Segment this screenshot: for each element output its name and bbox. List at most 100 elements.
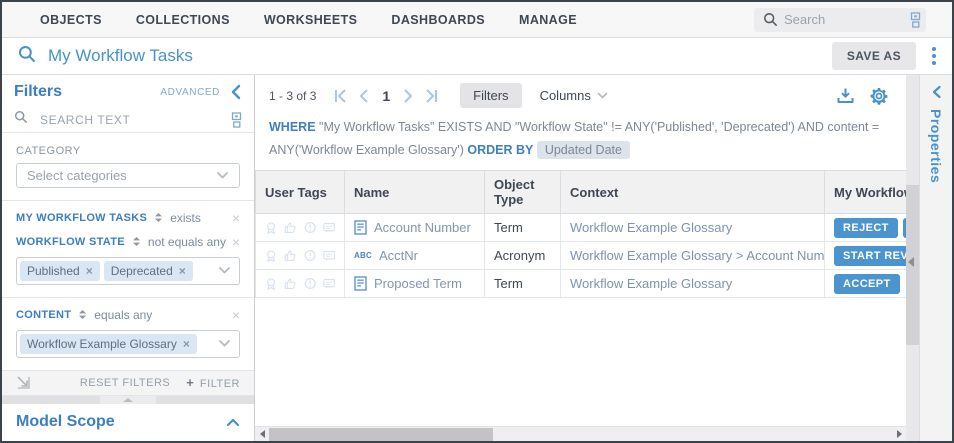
filter-label[interactable]: WORKFLOW STATE (16, 236, 125, 248)
comment-icon[interactable] (323, 221, 335, 235)
filter-label[interactable]: MY WORKFLOW TASKS (16, 212, 147, 224)
alert-circle-icon[interactable] (304, 248, 316, 263)
properties-rail[interactable]: Properties (919, 75, 952, 441)
next-page-icon[interactable] (403, 89, 414, 103)
workflow-state-values[interactable]: Published× Deprecated× (16, 257, 240, 285)
global-search-input[interactable] (754, 8, 926, 32)
start-review-button[interactable]: START REVIEW (834, 246, 906, 266)
collapse-corner-icon[interactable] (16, 375, 31, 390)
award-icon[interactable] (265, 220, 277, 236)
settings-gear-icon[interactable] (870, 87, 888, 105)
alert-circle-icon[interactable] (304, 276, 316, 291)
filters-sidebar: Filters ADVANCED CATEGORY Select categor… (2, 75, 255, 441)
remove-chip-icon[interactable]: × (86, 265, 93, 277)
operator-toggle-icon[interactable] (133, 237, 140, 246)
model-scope-title: Model Scope (16, 413, 115, 431)
category-label: CATEGORY (16, 145, 240, 157)
asset-name-link[interactable]: Account Number (374, 220, 471, 235)
download-icon[interactable] (837, 87, 854, 104)
save-as-button[interactable]: SAVE AS (832, 42, 916, 70)
horizontal-scrollbar[interactable] (255, 426, 906, 441)
splitter-collapse-arrow-icon[interactable] (908, 257, 914, 267)
column-header-name[interactable]: Name (345, 171, 485, 214)
scrollbar-thumb[interactable] (269, 428, 493, 441)
chevron-up-icon[interactable] (226, 417, 240, 427)
asset-name-link[interactable]: AcctNr (379, 248, 418, 263)
column-header-object-type[interactable]: Object Type (485, 171, 561, 214)
orderby-chip[interactable]: Updated Date (537, 141, 630, 159)
table-row[interactable]: Account Number Term Workflow Example Glo… (256, 214, 907, 242)
context-link[interactable]: Workflow Example Glossary > Account Numb… (570, 248, 825, 263)
table-row[interactable]: Proposed Term Term Workflow Example Glos… (256, 270, 907, 298)
content-values[interactable]: Workflow Example Glossary× (16, 330, 240, 358)
add-filter-button[interactable]: + FILTER (186, 375, 240, 390)
remove-filter-icon[interactable]: × (232, 235, 240, 249)
accept-button[interactable]: ACCEPT (834, 274, 900, 294)
collapse-sidebar-chevron-icon[interactable] (230, 84, 242, 100)
chevron-down-icon (216, 171, 229, 180)
thumbs-up-icon[interactable] (284, 276, 296, 291)
filter-label[interactable]: CONTENT (16, 309, 71, 321)
remove-filter-icon[interactable]: × (232, 211, 240, 225)
asset-name-link[interactable]: Proposed Term (374, 276, 462, 291)
current-page-number[interactable]: 1 (382, 88, 390, 104)
scroll-right-arrow-icon[interactable] (892, 430, 906, 438)
properties-tab-label[interactable]: Properties (928, 109, 944, 183)
more-options-kebab-icon[interactable] (928, 45, 940, 67)
first-page-icon[interactable] (333, 89, 348, 103)
filter-workflow-state: WORKFLOW STATE not equals any × (2, 225, 254, 249)
search-text-icon (14, 110, 28, 129)
operator-toggle-icon[interactable] (79, 310, 86, 319)
column-header-user-tags[interactable]: User Tags (256, 171, 345, 214)
nav-objects[interactable]: OBJECTS (40, 13, 102, 27)
collapse-panel-grip[interactable] (100, 396, 156, 404)
exact-match-toggle-icon[interactable] (910, 12, 921, 33)
award-icon[interactable] (265, 276, 277, 292)
category-select[interactable]: Select categories (16, 163, 240, 188)
remove-filter-icon[interactable]: × (232, 308, 240, 322)
context-link[interactable]: Workflow Example Glossary (570, 276, 732, 291)
alert-circle-icon[interactable] (304, 220, 316, 235)
scroll-left-arrow-icon[interactable] (255, 430, 269, 438)
award-icon[interactable] (265, 248, 277, 264)
results-table-wrap: User Tags Name Object Type Context My Wo… (255, 170, 906, 298)
thumbs-up-icon[interactable] (284, 220, 296, 235)
title-bar: My Workflow Tasks SAVE AS (2, 38, 952, 75)
remove-chip-icon[interactable]: × (183, 338, 190, 350)
remove-chip-icon[interactable]: × (179, 265, 186, 277)
previous-page-icon[interactable] (358, 89, 369, 103)
operator-toggle-icon[interactable] (155, 213, 162, 222)
columns-dropdown[interactable]: Columns (540, 88, 608, 103)
expand-properties-chevron-icon[interactable] (931, 85, 942, 99)
reject-button[interactable]: REJECT (834, 218, 898, 238)
filter-operator[interactable]: exists (170, 211, 201, 225)
term-document-icon (354, 276, 367, 291)
comment-icon[interactable] (323, 277, 335, 291)
table-header-row: User Tags Name Object Type Context My Wo… (256, 171, 907, 214)
last-page-icon[interactable] (424, 89, 439, 103)
thumbs-up-icon[interactable] (284, 248, 296, 263)
add-filter-label: FILTER (200, 378, 240, 390)
column-header-workflow[interactable]: My Workflow Tasks (825, 171, 907, 214)
advanced-filters-link[interactable]: ADVANCED (160, 87, 220, 98)
filter-operator[interactable]: not equals any (148, 235, 226, 249)
reset-filters-button[interactable]: RESET FILTERS (80, 377, 170, 389)
panel-splitter[interactable] (906, 75, 919, 441)
nav-dashboards[interactable]: DASHBOARDS (391, 13, 485, 27)
exact-text-toggle-icon[interactable] (231, 112, 242, 128)
nav-collections[interactable]: COLLECTIONS (136, 13, 230, 27)
comment-icon[interactable] (323, 249, 335, 263)
context-link[interactable]: Workflow Example Glossary (570, 220, 732, 235)
nav-worksheets[interactable]: WORKSHEETS (264, 13, 358, 27)
app-window: OBJECTS COLLECTIONS WORKSHEETS DASHBOARD… (0, 0, 954, 443)
scrollbar-track[interactable] (269, 427, 892, 441)
filters-toggle-button[interactable]: Filters (460, 83, 521, 108)
filter-operator[interactable]: equals any (94, 308, 152, 322)
nav-manage[interactable]: MANAGE (519, 13, 577, 27)
table-row[interactable]: ABC AcctNr Acronym Workflow Example Glos… (256, 242, 907, 270)
filter-chip: Published× (20, 261, 100, 281)
filter-search-row (2, 107, 254, 133)
acronym-abc-icon: ABC (354, 251, 372, 260)
search-text-input[interactable] (38, 112, 231, 128)
column-header-context[interactable]: Context (561, 171, 825, 214)
